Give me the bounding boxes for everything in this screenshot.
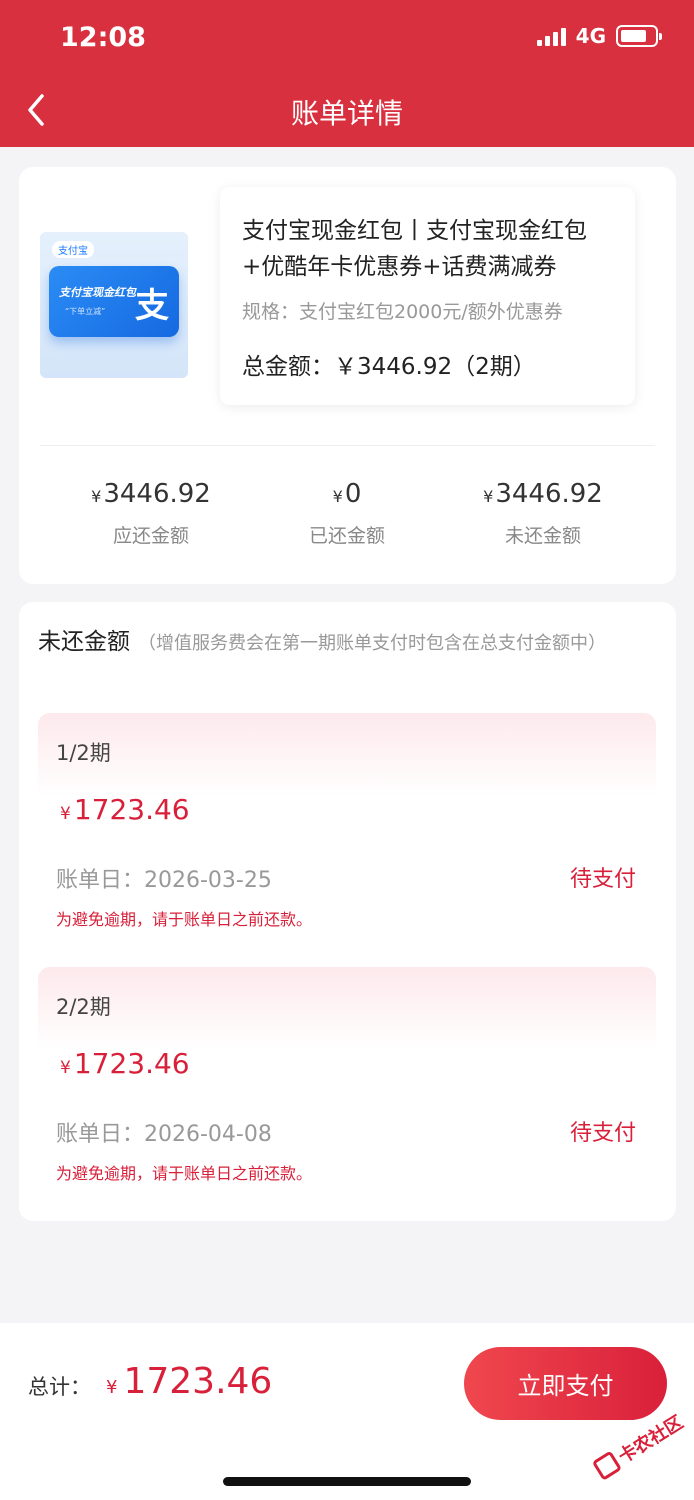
unpaid-amount-label: 未还金额 (504, 525, 581, 547)
installment-item[interactable]: 2/2期 ¥1723.46 账单日：2026-04-08 待支付 为避免逾期，请… (38, 967, 656, 1185)
payment-status: 待支付 (569, 867, 636, 892)
currency-symbol: ¥ (106, 1377, 118, 1398)
grand-total-value: 1723.46 (123, 1361, 273, 1402)
network-type: 4G (575, 24, 606, 48)
installment-period: 1/2期 (56, 741, 111, 765)
overdue-tip: 为避免逾期，请于账单日之前还款。 (56, 910, 313, 929)
thumb-subtitle: “下单立减” (65, 307, 106, 316)
signal-icon (536, 26, 566, 46)
header: 12:08 4G 账单详情 (0, 0, 694, 147)
product-image[interactable]: 支付宝 支付宝现金红包 “下单立减” 支 (40, 232, 188, 378)
paid-amount-label: 已还金额 (308, 525, 385, 547)
watermark-text: 卡农社区 (614, 1411, 688, 1468)
currency-symbol: ¥ (483, 487, 494, 506)
unpaid-section-header: 未还金额 （增值服务费会在第一期账单支付时包含在总支付金额中） (38, 624, 638, 662)
installment-amount-value: 1723.46 (73, 1047, 190, 1080)
paid-amount: ¥0 已还金额 (257, 479, 437, 548)
total-amount-value: ￥3446.92 (334, 354, 453, 380)
installment-amount-value: 1723.46 (73, 793, 190, 826)
unpaid-amount-value: 3446.92 (495, 479, 603, 509)
overdue-tip: 为避免逾期，请于账单日之前还款。 (56, 1164, 313, 1183)
product-name: 支付宝现金红包丨支付宝现金红包+优酷年卡优惠券+话费满减券 (242, 218, 587, 280)
divider (40, 445, 655, 446)
installment-period: 2/2期 (56, 995, 111, 1019)
thumb-title: 支付宝现金红包 (59, 286, 136, 299)
grand-total: ¥1723.46 (106, 1361, 272, 1402)
installment-item[interactable]: 1/2期 ¥1723.46 账单日：2026-03-25 待支付 为避免逾期，请… (38, 713, 656, 931)
currency-symbol: ¥ (91, 487, 102, 506)
service-fee-note: （增值服务费会在第一期账单支付时包含在总支付金额中） (138, 633, 606, 654)
page-title: 账单详情 (290, 97, 403, 130)
due-amount-label: 应还金额 (112, 525, 189, 547)
product-info[interactable]: 支付宝现金红包丨支付宝现金红包+优酷年卡优惠券+话费满减券 规格：支付宝红包20… (220, 187, 635, 405)
product-spec: 规格：支付宝红包2000元/额外优惠券 (242, 301, 563, 323)
total-amount: 总金额：￥3446.92（2期） (242, 347, 536, 381)
currency-symbol: ¥ (60, 804, 71, 824)
bill-summary-card: 支付宝 支付宝现金红包 “下单立减” 支 支付宝现金红包丨支付宝现金红包+优酷年… (19, 167, 676, 584)
unpaid-amount: ¥3446.92 未还金额 (453, 479, 633, 548)
home-indicator[interactable] (223, 1477, 471, 1486)
currency-symbol: ¥ (332, 487, 343, 506)
bill-date: 账单日：2026-04-08 (56, 1122, 272, 1147)
battery-icon (616, 25, 662, 47)
bill-date: 账单日：2026-03-25 (56, 868, 272, 893)
grand-total-label: 总计： (28, 1375, 91, 1399)
red-packet-card-graphic: 支付宝现金红包 “下单立减” 支 (49, 266, 179, 337)
installment-amount: ¥1723.46 (60, 793, 190, 826)
unpaid-section: 未还金额 （增值服务费会在第一期账单支付时包含在总支付金额中） 1/2期 ¥172… (19, 602, 676, 1221)
paid-amount-value: 0 (344, 479, 362, 509)
currency-symbol: ¥ (60, 1058, 71, 1078)
status-icons: 4G (536, 24, 662, 48)
bottom-bar: 总计： ¥1723.46 立即支付 (0, 1323, 694, 1500)
due-amount: ¥3446.92 应还金额 (61, 479, 241, 548)
installment-count: （2期） (452, 354, 536, 380)
unpaid-section-title: 未还金额 (38, 629, 130, 655)
alipay-logo: 支付宝 (52, 241, 94, 258)
status-time: 12:08 (60, 22, 146, 53)
installment-amount: ¥1723.46 (60, 1047, 190, 1080)
total-amount-label: 总金额： (242, 354, 334, 380)
payment-status: 待支付 (569, 1121, 636, 1146)
due-amount-value: 3446.92 (103, 479, 211, 509)
alipay-icon: 支 (135, 286, 169, 326)
